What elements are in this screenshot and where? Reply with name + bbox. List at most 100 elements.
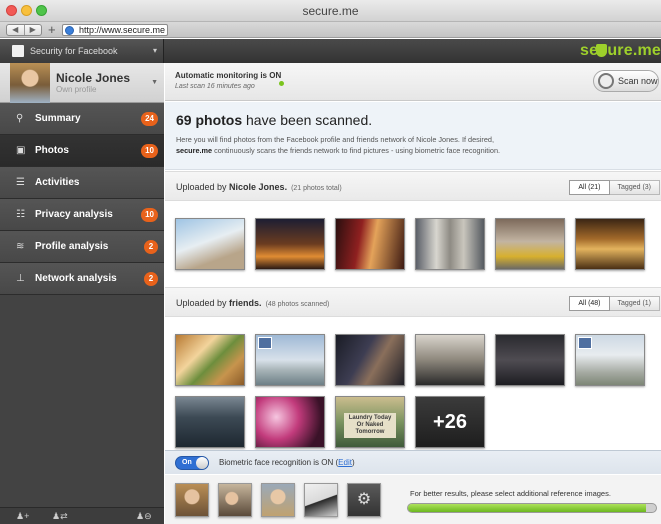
list-icon: ☰ [16, 177, 25, 188]
tagged-person-icon [258, 337, 272, 349]
forward-arrow-icon[interactable]: ▶ [23, 25, 42, 35]
photo-thumbnail[interactable] [335, 218, 405, 270]
face-recognition-toggle[interactable]: On [175, 456, 209, 470]
profile-switcher[interactable]: Nicole Jones Own profile ▼ [0, 63, 164, 103]
profile-subtitle: Own profile [56, 85, 97, 94]
avatar [10, 63, 50, 103]
sidebar-item-label: Profile analysis [35, 241, 109, 252]
section-count: (21 photos total) [291, 185, 342, 192]
count-badge: 10 [141, 208, 158, 222]
recognition-progress-bar [407, 503, 657, 513]
last-scan-time: Last scan 16 minutes ago [175, 83, 255, 90]
photo-thumbnail[interactable] [575, 218, 645, 270]
scan-summary: 69 photos have been scanned. Here you wi… [165, 102, 661, 170]
globe-icon [65, 26, 74, 35]
reference-image[interactable] [261, 483, 295, 517]
toggle-knob [196, 457, 208, 469]
description-text: Here you will find photos from the Faceb… [176, 135, 494, 144]
privacy-icon: ☷ [16, 209, 25, 220]
count-badge: 2 [144, 272, 158, 286]
back-arrow-icon[interactable]: ◀ [7, 25, 24, 35]
photo-thumbnail[interactable] [575, 334, 645, 386]
sidebar-item-label: Activities [35, 177, 80, 188]
sidebar-item-profile-analysis[interactable]: ≋ Profile analysis 2 [0, 231, 164, 263]
section-owner: friends. [229, 298, 262, 308]
sidebar-item-label: Summary [35, 113, 81, 124]
section-title: Uploaded by friends. (48 photos scanned) [176, 298, 329, 308]
edit-link[interactable]: Edit [338, 458, 352, 467]
photo-thumbnail[interactable] [335, 334, 405, 386]
sidebar: Nicole Jones Own profile ▼ ⚲ Summary 24 … [0, 63, 164, 524]
photo-thumbnail[interactable] [175, 396, 245, 448]
add-bookmark-button[interactable]: + [48, 23, 56, 36]
dropdown-arrow-icon: ▼ [151, 79, 158, 86]
reference-images-panel: ⚙ For better results, please select addi… [165, 475, 661, 524]
sidebar-item-photos[interactable]: ▣ Photos 10 [0, 135, 164, 167]
sidebar-item-network-analysis[interactable]: ⊥ Network analysis 2 [0, 263, 164, 295]
app-header: Security for Facebook ▾ secure.me [0, 39, 661, 63]
photo-thumbnail[interactable] [495, 218, 565, 270]
photo-thumbnail[interactable] [255, 218, 325, 270]
tab-tagged[interactable]: Tagged (3) [609, 180, 660, 195]
description-text-2: continuously scans the friends network t… [212, 146, 501, 155]
photo-sign-text: Laundry Today Or Naked Tomorrow [344, 413, 396, 438]
search-icon: ⚲ [16, 113, 24, 124]
photo-thumbnail[interactable] [175, 218, 245, 270]
service-selector[interactable]: Security for Facebook ▾ [0, 39, 164, 63]
section-owner: Nicole Jones. [229, 182, 288, 192]
brand-logo: secure.me [580, 42, 661, 59]
progress-fill [408, 504, 647, 512]
biometric-status-end: ) [351, 458, 355, 467]
window-titlebar: secure.me [0, 0, 661, 22]
add-profile-icon[interactable]: ♟+ [16, 508, 29, 524]
tagged-person-icon [578, 337, 592, 349]
monitoring-status-bar: Automatic monitoring is ON Last scan 16 … [165, 63, 661, 101]
own-photos-filter: All (21) Tagged (3) [569, 180, 660, 195]
gear-icon[interactable]: ⚙ [347, 483, 381, 517]
sidebar-item-privacy-analysis[interactable]: ☷ Privacy analysis 10 [0, 199, 164, 231]
tab-tagged[interactable]: Tagged (1) [609, 296, 660, 311]
profile-name: Nicole Jones [56, 71, 131, 85]
photo-thumbnail[interactable] [415, 334, 485, 386]
sidebar-footer: ♟+ ♟⇄ ♟⊖ [0, 507, 164, 524]
scan-now-button[interactable]: Scan now [593, 70, 659, 92]
photo-thumbnail[interactable] [255, 334, 325, 386]
photo-thumbnail[interactable] [175, 334, 245, 386]
network-icon: ⊥ [16, 273, 25, 284]
scan-now-label: Scan now [618, 76, 658, 86]
photo-thumbnail[interactable] [255, 396, 325, 448]
sidebar-item-activities[interactable]: ☰ Activities [0, 167, 164, 199]
biometric-status: Biometric face recognition is ON (Edit) [219, 458, 355, 467]
sidebar-item-summary[interactable]: ⚲ Summary 24 [0, 103, 164, 135]
description-brand: secure.me [176, 146, 213, 155]
url-text: http://www.secure.me [79, 25, 166, 35]
sidebar-item-label: Network analysis [35, 273, 117, 284]
photo-thumbnail[interactable] [415, 218, 485, 270]
sidebar-empty-area [0, 295, 164, 507]
section-count: (48 photos scanned) [265, 301, 330, 308]
reference-image[interactable] [218, 483, 252, 517]
biometric-status-text: Biometric face recognition is ON ( [219, 458, 339, 467]
tab-all[interactable]: All (48) [569, 296, 610, 311]
toggle-label: On [182, 459, 192, 466]
photo-count: 69 photos [176, 112, 243, 128]
history-buttons: ◀ ▶ [6, 24, 42, 36]
more-photos-button[interactable]: +26 [415, 396, 485, 448]
section-prefix: Uploaded by [176, 182, 230, 192]
remove-profile-icon[interactable]: ♟⊖ [136, 508, 152, 524]
reference-image[interactable] [304, 483, 338, 517]
tab-all[interactable]: All (21) [569, 180, 610, 195]
main-panel: Automatic monitoring is ON Last scan 16 … [165, 63, 661, 524]
page-title: 69 photos have been scanned. [176, 112, 372, 128]
photo-thumbnail[interactable]: Laundry Today Or Naked Tomorrow [335, 396, 405, 448]
url-field[interactable]: http://www.secure.me [62, 24, 168, 36]
section-prefix: Uploaded by [176, 298, 230, 308]
monitoring-status: Automatic monitoring is ON [175, 71, 282, 80]
photo-icon: ▣ [16, 145, 26, 156]
dropdown-arrow-icon: ▾ [152, 46, 157, 55]
count-badge: 2 [144, 240, 158, 254]
reference-image[interactable] [175, 483, 209, 517]
browser-toolbar: ◀ ▶ + http://www.secure.me [0, 22, 661, 38]
photo-thumbnail[interactable] [495, 334, 565, 386]
shuffle-profile-icon[interactable]: ♟⇄ [52, 508, 68, 524]
